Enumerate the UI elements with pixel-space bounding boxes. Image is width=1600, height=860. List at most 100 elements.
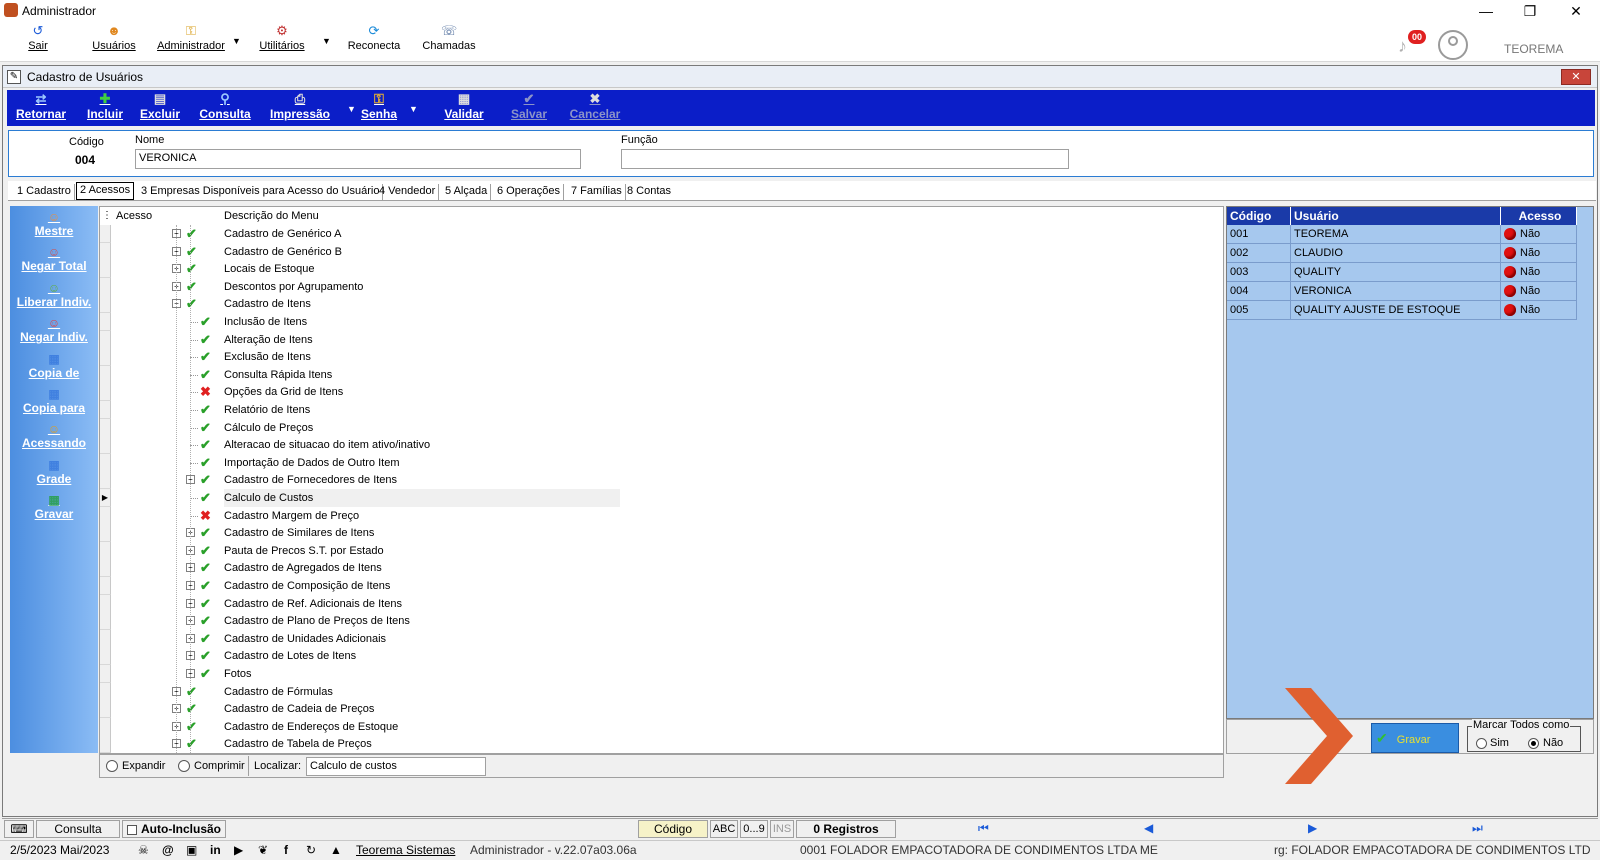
user-row[interactable]: 004 VERONICA Não <box>1227 282 1578 301</box>
tree-row[interactable]: + ✔ Cadastro de Agregados de Itens <box>100 559 1223 578</box>
expandir-radio[interactable] <box>106 760 118 772</box>
allowed-check-icon[interactable]: ✔ <box>200 401 211 419</box>
notifications-button[interactable]: ♪ 00 <box>1398 30 1426 58</box>
allowed-check-icon[interactable]: ✔ <box>186 700 197 718</box>
allowed-check-icon[interactable]: ✔ <box>186 683 197 701</box>
consulta-button[interactable]: ⚲ Consulta <box>197 92 253 122</box>
reconecta-button[interactable]: ⟳ Reconecta <box>344 24 404 53</box>
allowed-check-icon[interactable]: ✔ <box>200 331 211 349</box>
tab-acessos[interactable]: 2 Acessos <box>76 182 135 200</box>
validar-button[interactable]: ▦ Validar <box>441 92 487 122</box>
last-record-icon[interactable]: ⏭ <box>1472 821 1483 836</box>
allowed-check-icon[interactable]: ✔ <box>200 595 211 613</box>
allowed-check-icon[interactable]: ✔ <box>200 471 211 489</box>
allowed-check-icon[interactable]: ✔ <box>200 647 211 665</box>
allowed-check-icon[interactable]: ✔ <box>200 436 211 454</box>
sim-radio[interactable] <box>1476 738 1487 749</box>
side-button-liberar-indiv[interactable]: ☺ Liberar Indiv. <box>10 281 98 309</box>
localizar-input[interactable]: Calculo de custos <box>306 757 486 776</box>
chevron-down-icon[interactable]: ▼ <box>232 36 241 46</box>
allowed-check-icon[interactable]: ✔ <box>200 524 211 542</box>
tree-row[interactable]: + ✔ Cadastro de Lotes de Itens <box>100 647 1223 666</box>
tree-row[interactable]: + ✔ Cadastro de Plano de Preços de Itens <box>100 612 1223 631</box>
tree-row[interactable]: + ✔ Cadastro de Fornecedores de Itens <box>100 471 1223 490</box>
codigo-status[interactable]: Código <box>638 820 708 838</box>
retornar-button[interactable]: ⇄ Retornar <box>13 92 69 122</box>
tree-row[interactable]: + ✔ Cadastro de Genérico B <box>100 242 1223 261</box>
status-dot-icon[interactable] <box>1504 304 1516 317</box>
auto-inclusao-checkbox[interactable]: Auto-Inclusão <box>122 820 226 838</box>
tree-row[interactable]: − ✔ Cadastro de Itens <box>100 295 1223 314</box>
tab-operacoes[interactable]: 6 Operações <box>494 184 564 200</box>
close-icon[interactable]: ✕ <box>1556 0 1596 22</box>
excluir-button[interactable]: ▤ Excluir <box>137 92 183 122</box>
tab-vendedor[interactable]: 4 Vendedor <box>376 184 440 200</box>
side-button-copia-para[interactable]: ▦ Copia para <box>10 387 98 415</box>
comprimir-radio[interactable] <box>178 760 190 772</box>
tab-cadastro[interactable]: 1 Cadastro <box>14 184 75 200</box>
facebook-icon[interactable]: f <box>284 843 288 857</box>
status-dot-icon[interactable] <box>1504 266 1516 279</box>
administrador-button[interactable]: ⚿ Administrador <box>152 24 230 53</box>
allowed-check-icon[interactable]: ✔ <box>200 313 211 331</box>
tree-row[interactable]: ✔ Importação de Dados de Outro Item <box>100 453 1223 472</box>
allowed-check-icon[interactable]: ✔ <box>200 366 211 384</box>
incluir-button[interactable]: ✚ Incluir <box>83 92 127 122</box>
youtube-icon[interactable]: ▶ <box>234 843 243 857</box>
tree-row[interactable]: + ✔ Cadastro de Composição de Itens <box>100 577 1223 595</box>
allowed-check-icon[interactable]: ✔ <box>186 243 197 261</box>
side-button-grade[interactable]: ▦ Grade <box>10 458 98 486</box>
side-button-copia-de[interactable]: ▦ Copia de <box>10 352 98 380</box>
chevron-down-icon[interactable]: ▼ <box>409 104 418 114</box>
allowed-check-icon[interactable]: ✔ <box>200 348 211 366</box>
funcao-field[interactable] <box>621 149 1069 169</box>
keyboard-icon[interactable]: ⌨ <box>4 820 34 838</box>
tree-row[interactable]: + ✔ Fotos <box>100 665 1223 683</box>
tree-row[interactable]: + ✔ Pauta de Precos S.T. por Estado <box>100 541 1223 560</box>
teorema-link[interactable]: Teorema Sistemas <box>356 843 455 857</box>
tree-row[interactable]: + ✔ Cadastro de Fórmulas <box>100 682 1223 701</box>
status-dot-icon[interactable] <box>1504 285 1516 298</box>
instagram-icon[interactable]: ▣ <box>186 843 197 857</box>
tree-row[interactable]: ✔ Inclusão de Itens <box>100 313 1223 331</box>
user-row[interactable]: 005 QUALITY AJUSTE DE ESTOQUE Não <box>1227 301 1578 320</box>
tab-alcada[interactable]: 5 Alçada <box>442 184 492 200</box>
tree-row[interactable]: ✔ Relatório de Itens <box>100 401 1223 419</box>
tree-row[interactable]: + ✔ Cadastro de Tabela de Preços <box>100 735 1223 753</box>
denied-x-icon[interactable]: ✖ <box>200 383 211 401</box>
twitter-icon[interactable]: ❦ <box>258 843 268 857</box>
status-dot-icon[interactable] <box>1504 228 1516 241</box>
tree-row[interactable]: + ✔ Descontos por Agrupamento <box>100 277 1223 296</box>
tree-row[interactable]: ▶ ✔ Calculo de Custos <box>100 489 1223 507</box>
impressao-button[interactable]: ⎙ Impressão <box>267 92 333 122</box>
tree-row[interactable]: ✔ Alteracao de situacao do item ativo/ina… <box>100 436 1223 455</box>
allowed-check-icon[interactable]: ✔ <box>200 542 211 560</box>
senha-button[interactable]: ⚿ Senha <box>359 92 399 122</box>
tree-row[interactable]: ✔ Alteração de Itens <box>100 330 1223 349</box>
tree-row[interactable]: ✔ Exclusão de Itens <box>100 348 1223 367</box>
sair-button[interactable]: ↺ Sair <box>20 24 56 53</box>
minimize-icon[interactable]: — <box>1466 0 1506 22</box>
status-dot-icon[interactable] <box>1504 247 1516 260</box>
prev-record-icon[interactable]: ◀ <box>1144 821 1153 835</box>
nao-radio[interactable] <box>1528 738 1539 749</box>
allowed-check-icon[interactable]: ✔ <box>200 559 211 577</box>
allowed-check-icon[interactable]: ✔ <box>186 260 197 278</box>
tree-row[interactable]: + ✔ Cadastro de Cadeia de Preços <box>100 700 1223 719</box>
allowed-check-icon[interactable]: ✔ <box>200 577 211 595</box>
allowed-check-icon[interactable]: ✔ <box>200 454 211 472</box>
gravar-users-button[interactable]: ✔ Gravar <box>1371 723 1459 753</box>
tree-row[interactable]: + ✔ Cadastro de Endereços de Estoque <box>100 717 1223 736</box>
support-icon[interactable]: ☠ <box>138 843 149 857</box>
tree-row[interactable]: + ✔ Cadastro de Genérico A <box>100 225 1223 243</box>
tree-row[interactable]: + ✔ Cadastro de Unidades Adicionais <box>100 629 1223 648</box>
allowed-check-icon[interactable]: ✔ <box>186 718 197 736</box>
tree-row[interactable]: ✖ Cadastro Margem de Preço <box>100 506 1223 525</box>
allowed-check-icon[interactable]: ✔ <box>186 225 197 243</box>
tree-row[interactable]: + ✔ Cadastro de Similares de Itens <box>100 524 1223 543</box>
allowed-check-icon[interactable]: ✔ <box>200 419 211 437</box>
side-button-negar-total[interactable]: ☺ Negar Total <box>10 245 98 273</box>
denied-x-icon[interactable]: ✖ <box>200 507 211 525</box>
next-record-icon[interactable]: ▶ <box>1308 821 1317 835</box>
linkedin-icon[interactable]: in <box>210 843 221 857</box>
